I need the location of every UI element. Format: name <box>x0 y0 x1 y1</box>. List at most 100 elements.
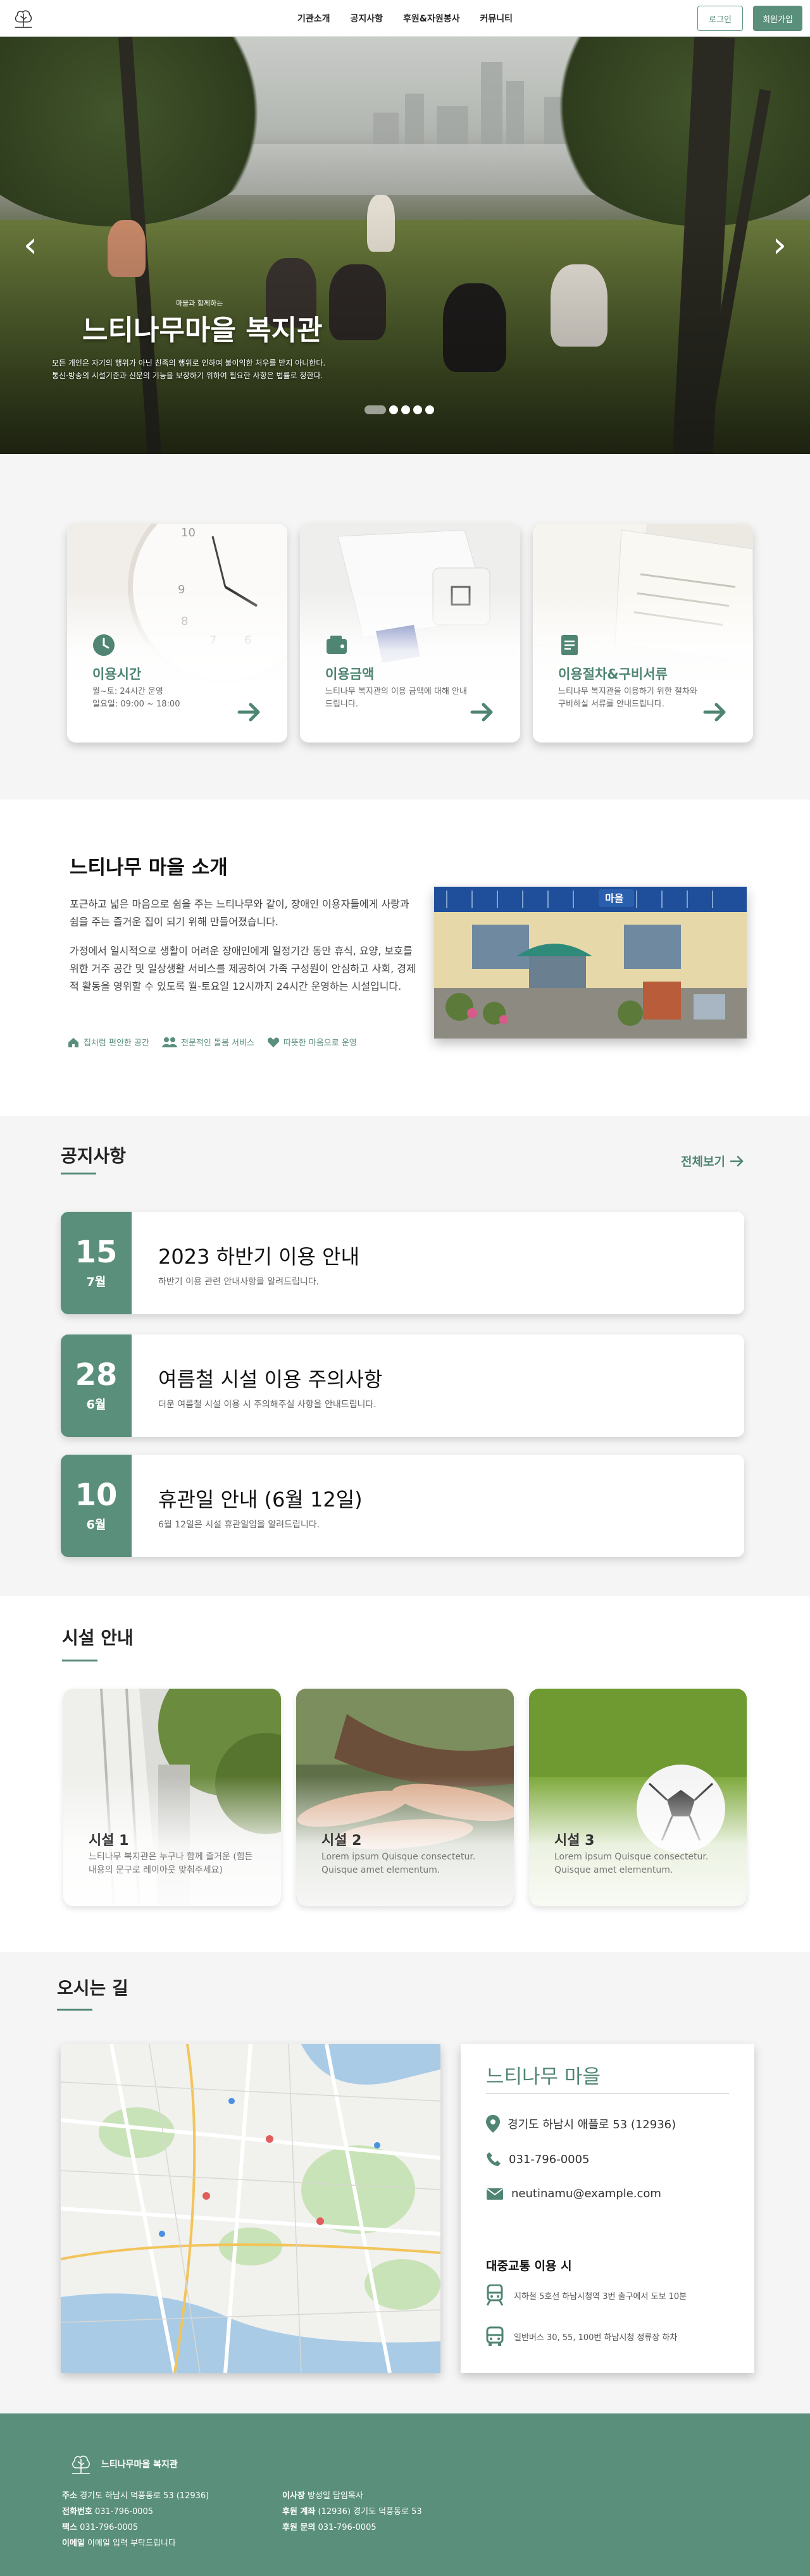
facility-desc: 느티나무 복지관은 누구나 함께 즐거운 (힘든내용의 문구로 레이아웃 맞춰주… <box>89 1852 253 1875</box>
info-card-hours[interactable]: 109876 이용시간 월~토: 24시간 운영 일요일: 09:00 ~ 18… <box>67 524 287 743</box>
notice-title: 2023 하반기 이용 안내 <box>158 1245 360 1269</box>
feature-item: 전문적인 돌봄 서비스 <box>161 1036 254 1048</box>
hero-banner: ‹ › 마을과 함께하는 느티나무마을 복지관 모든 개인은 자기의 행위가 아… <box>0 37 810 454</box>
notice-item[interactable]: 10 6월 휴관일 안내 (6월 12일) 6월 12일은 시설 휴관일임을 알… <box>61 1455 744 1557</box>
see-all-label: 전체보기 <box>681 1155 725 1169</box>
carousel-dot[interactable] <box>413 405 422 414</box>
phone-icon <box>487 2152 501 2166</box>
arrow-right-icon[interactable] <box>702 699 728 725</box>
notice-title: 여름철 시설 이용 주의사항 <box>158 1367 383 1391</box>
facility-name: 느티나무 마을 <box>486 2066 601 2088</box>
notice-day: 10 <box>75 1477 118 1513</box>
nav-about[interactable]: 기관소개 <box>297 12 330 25</box>
notice-desc: 더운 여름철 시설 이용 시 주의해주실 사항을 안내드립니다. <box>158 1400 377 1410</box>
carousel-dot[interactable] <box>364 405 386 414</box>
carousel-dot[interactable] <box>425 405 434 414</box>
card-title: 이용절차&구비서류 <box>558 667 668 682</box>
card-desc: 느티나무 복지관을 이용하기 위한 절차와 구비하실 서류를 안내드립니다. <box>558 687 697 709</box>
signup-button[interactable]: 회원가입 <box>753 6 802 31</box>
notice-date: 28 6월 <box>61 1334 132 1437</box>
building-photo: 마을 <box>434 887 747 1038</box>
main-nav: 기관소개 공지사항 후원&자원봉사 커뮤니티 <box>0 0 810 37</box>
title-underline <box>57 2009 92 2011</box>
card-title: 이용금액 <box>325 667 375 682</box>
logo-icon[interactable] <box>11 6 35 30</box>
train-icon <box>486 2284 504 2306</box>
facility-title: 시설 2 <box>321 1833 362 1849</box>
feature-label: 따뜻한 마음으로 운영 <box>283 1038 357 1048</box>
footer-line: 후원 계좌 (12936) 경기도 덕풍동로 53 <box>282 2504 422 2520</box>
phone-text[interactable]: 031-796-0005 <box>509 2153 590 2166</box>
arrow-right-icon[interactable] <box>237 699 262 725</box>
footer-line: 전화번호 031-796-0005 <box>62 2504 209 2520</box>
notice-desc: 하반기 이용 관련 안내사항을 알려드립니다. <box>158 1277 320 1287</box>
about-title: 느티나무 마을 소개 <box>70 856 228 879</box>
site-footer: 느티나무마을 복지관 주소 경기도 하남시 덕풍동로 53 (12936) 전화… <box>0 2413 810 2576</box>
bus-icon <box>486 2326 504 2346</box>
footer-key: 이사장 <box>282 2491 305 2501</box>
footer-key: 후원 계좌 <box>282 2507 316 2517</box>
see-all-link[interactable]: 전체보기 <box>681 1152 744 1169</box>
heart-icon <box>267 1037 279 1047</box>
hero-next-button[interactable]: › <box>767 226 792 264</box>
site-header: 기관소개 공지사항 후원&자원봉사 커뮤니티 로그인 회원가입 <box>0 0 810 37</box>
footer-value: 031-796-0005 <box>80 2523 139 2532</box>
footer-line: 이메일 이메일 입력 부탁드립니다 <box>62 2536 209 2551</box>
feature-label: 전문적인 돌봄 서비스 <box>180 1038 254 1048</box>
facility-desc: Lorem ipsum Quisque consectetur. Quisque… <box>554 1852 709 1875</box>
notice-month: 6월 <box>86 1518 106 1532</box>
footer-org-name: 느티나무마을 복지관 <box>101 2460 178 2470</box>
carousel-dot[interactable] <box>389 405 398 414</box>
bus-text: 일반버스 30, 55, 100번 하남시청 정류장 하차 <box>514 2333 678 2343</box>
hero-prev-button[interactable]: ‹ <box>18 226 43 264</box>
document-icon <box>561 635 578 655</box>
nav-community[interactable]: 커뮤니티 <box>480 12 513 25</box>
people-icon <box>161 1037 177 1047</box>
info-card-procedure[interactable]: 이용절차&구비서류 느티나무 복지관을 이용하기 위한 절차와 구비하실 서류를… <box>533 524 753 743</box>
login-button[interactable]: 로그인 <box>697 6 743 31</box>
hero-title: 느티나무마을 복지관 <box>82 314 323 347</box>
facility-title: 시설 1 <box>89 1833 129 1849</box>
hero-subtitle: 마을과 함께하는 <box>176 299 223 307</box>
arrow-right-icon[interactable] <box>470 699 495 725</box>
email-text[interactable]: neutinamu@example.com <box>511 2187 661 2200</box>
hero-desc-line: 통신·방송의 시설기준과 신문의 기능을 보장하기 위하여 필요한 사항은 법률… <box>52 371 323 380</box>
notice-item[interactable]: 15 7월 2023 하반기 이용 안내 하반기 이용 관련 안내사항을 알려드… <box>61 1212 744 1314</box>
facility-card[interactable]: 시설 3 Lorem ipsum Quisque consectetur. Qu… <box>529 1689 747 1906</box>
contact-card: 느티나무 마을 경기도 하남시 애플로 53 (12936) 031-796-0… <box>461 2044 754 2373</box>
about-paragraph: 가정에서 일시적으로 생활이 어려운 장애인에게 일정기간 동안 휴식, 요양,… <box>70 945 416 992</box>
mail-icon <box>487 2188 503 2200</box>
address-row: 경기도 하남시 애플로 53 (12936) <box>486 2115 676 2133</box>
notice-date: 15 7월 <box>61 1212 132 1314</box>
footer-value: 031-796-0005 <box>94 2507 154 2517</box>
about-features: 집처럼 편안한 공간 전문적인 돌봄 서비스 따뜻한 마음으로 운영 <box>67 1036 357 1048</box>
notice-month: 7월 <box>86 1275 106 1289</box>
building-sign: 마을 <box>605 892 624 904</box>
facility-card[interactable]: 시설 1 느티나무 복지관은 누구나 함께 즐거운 (힘든내용의 문구로 레이아… <box>63 1689 281 1906</box>
notice-section: 공지사항 전체보기 15 7월 2023 하반기 이용 안내 하반기 이용 관련… <box>0 1116 810 1596</box>
map-pin-icon <box>486 2115 500 2133</box>
subway-text: 지하철 5호선 하남시청역 3번 출구에서 도보 10분 <box>514 2291 687 2302</box>
footer-line: 후원 문의 031-796-0005 <box>282 2520 422 2536</box>
footer-key: 주소 <box>62 2491 77 2501</box>
carousel-dot[interactable] <box>401 405 410 414</box>
info-card-price[interactable]: 이용금액 느티나무 복지관의 이용 금액에 대해 안내드립니다. <box>300 524 520 743</box>
address-text: 경기도 하남시 애플로 53 (12936) <box>508 2118 676 2131</box>
about-paragraph: 포근하고 넓은 마음으로 쉼을 주는 느티나무와 같이, 장애인 이용자들에게 … <box>70 898 409 928</box>
footer-line: 이사장 방성일 담임목사 <box>282 2488 422 2504</box>
nav-notice[interactable]: 공지사항 <box>350 12 383 25</box>
card-title: 이용시간 <box>92 667 142 682</box>
logo-icon <box>72 2455 90 2474</box>
feature-label: 집처럼 편안한 공간 <box>84 1038 149 1048</box>
section-title: 공지사항 <box>61 1145 127 1166</box>
notice-item[interactable]: 28 6월 여름철 시설 이용 주의사항 더운 여름철 시설 이용 시 주의해주… <box>61 1334 744 1437</box>
location-map[interactable] <box>61 2044 440 2373</box>
card-desc: 월~토: 24시간 운영 일요일: 09:00 ~ 18:00 <box>92 687 180 709</box>
home-icon <box>68 1037 78 1047</box>
facility-card[interactable]: 시설 2 Lorem ipsum Quisque consectetur. Qu… <box>296 1689 514 1906</box>
footer-value: (12936) 경기도 덕풍동로 53 <box>318 2507 422 2517</box>
footer-key: 전화번호 <box>62 2507 92 2517</box>
notice-day: 15 <box>75 1235 118 1270</box>
nav-support[interactable]: 후원&자원봉사 <box>403 12 460 25</box>
bus-row: 일반버스 30, 55, 100번 하남시청 정류장 하차 <box>486 2326 677 2346</box>
